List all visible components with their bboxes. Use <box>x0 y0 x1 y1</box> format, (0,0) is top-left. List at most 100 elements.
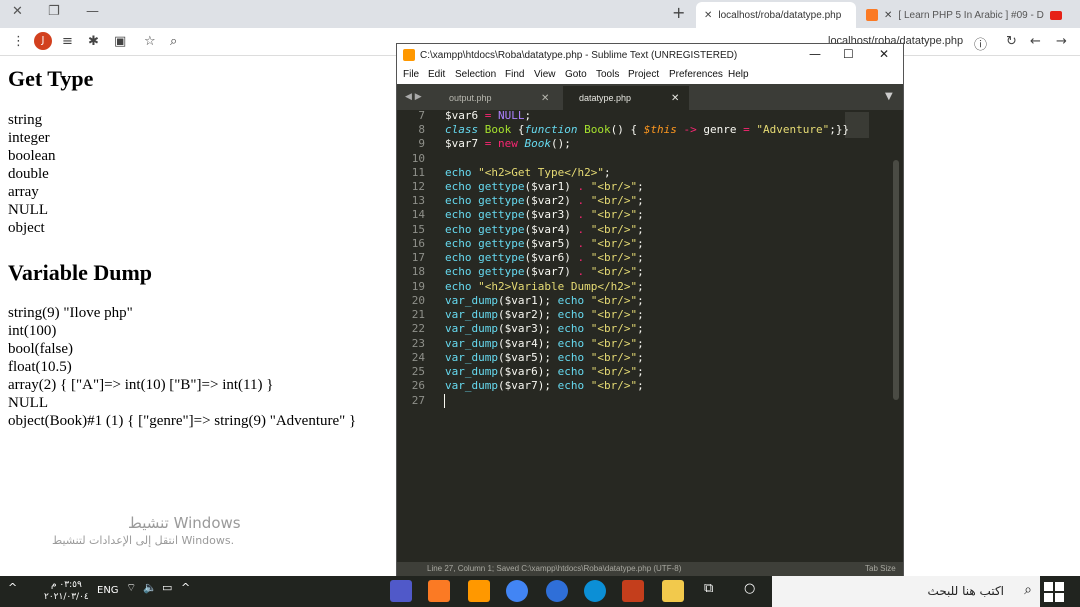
activation-watermark-subtitle: انتقل إلى الإعدادات لتنشيط Windows. <box>52 534 235 547</box>
show-hidden-icons-icon[interactable]: ^ <box>8 581 17 594</box>
xampp-icon[interactable] <box>428 580 450 602</box>
battery-icon[interactable]: ▭ <box>162 581 172 594</box>
browser-tab-strip: ✕ ❐ — + ✕ localhost/roba/datatype.php ✕ … <box>0 0 1080 28</box>
menu-preferences[interactable]: Preferences <box>669 69 723 80</box>
type-line: array <box>8 184 39 200</box>
tab-label: output.php <box>449 93 492 103</box>
info-icon[interactable]: ⓘ <box>974 34 987 53</box>
task-view-icon[interactable]: ⧉ <box>704 581 713 596</box>
dump-line: string(9) "Ilove php" <box>8 305 133 321</box>
avatar[interactable]: J <box>34 32 52 50</box>
menu-help[interactable]: Help <box>728 69 749 80</box>
tab-youtube[interactable]: ✕ [ Learn PHP 5 In Arabic ] #09 - D <box>858 2 1080 28</box>
tab-output-php[interactable]: output.php ✕ <box>433 86 559 110</box>
dump-line: float(10.5) <box>8 359 72 375</box>
xampp-icon <box>866 9 878 21</box>
line-number: 11 <box>411 166 425 179</box>
close-tab-icon[interactable]: ✕ <box>671 93 679 104</box>
restore-window-icon[interactable]: ❐ <box>48 4 60 19</box>
line-number: 9 <box>418 137 425 150</box>
close-tab-icon[interactable]: ✕ <box>541 93 549 104</box>
minimize-window-icon[interactable]: — <box>86 4 99 19</box>
language-indicator[interactable]: ENG <box>97 585 119 596</box>
menu-selection[interactable]: Selection <box>455 69 496 80</box>
code-line: echo gettype($var7) . "<br/>"; <box>445 265 644 278</box>
menu-edit[interactable]: Edit <box>428 69 445 80</box>
line-number: 23 <box>411 337 425 350</box>
code-line: echo gettype($var6) . "<br/>"; <box>445 251 644 264</box>
network-icon[interactable]: ⌔ <box>126 581 136 595</box>
tab-datatype-php[interactable]: datatype.php ✕ <box>563 86 689 110</box>
type-line: object <box>8 220 45 236</box>
search-icon: ⌕ <box>1024 582 1032 598</box>
menu-goto[interactable]: Goto <box>565 69 587 80</box>
code-line: echo "<h2>Get Type</h2>"; <box>445 166 611 179</box>
powerpoint-icon[interactable] <box>622 580 644 602</box>
line-number: 12 <box>411 180 425 193</box>
status-text: Line 27, Column 1; Saved C:\xampp\htdocs… <box>427 564 682 573</box>
code-line: $var7 = new Book(); <box>445 137 571 150</box>
code-line: var_dump($var6); echo "<br/>"; <box>445 365 644 378</box>
close-tab-icon[interactable]: ✕ <box>884 10 892 21</box>
menu-file[interactable]: File <box>403 69 419 80</box>
sublime-taskbar-icon[interactable] <box>468 580 490 602</box>
system-clock[interactable]: ٠٣:٥٩ م ٢٠٢١/٠٣/٠٤ <box>44 579 89 603</box>
line-number: 15 <box>411 223 425 236</box>
bookmark-star-icon[interactable]: ☆ <box>144 34 156 49</box>
search-icon[interactable]: ⌕ <box>170 34 177 49</box>
menu-view[interactable]: View <box>534 69 556 80</box>
line-number: 25 <box>411 365 425 378</box>
sublime-logo-icon <box>403 49 415 61</box>
minimize-icon[interactable]: — <box>809 47 821 61</box>
extensions-icon[interactable]: ✱ <box>88 34 99 49</box>
new-tab-button[interactable]: + <box>672 3 685 22</box>
code-line: echo gettype($var2) . "<br/>"; <box>445 194 644 207</box>
chevron-up-icon[interactable]: ^ <box>181 581 190 594</box>
tab-label: localhost/roba/datatype.php <box>718 9 842 21</box>
volume-icon[interactable]: 🔈 <box>143 581 157 594</box>
taskbar-search-box[interactable]: اكتب هنا للبحث ⌕ <box>772 576 1040 607</box>
screenshot-icon[interactable]: ▣ <box>114 34 126 49</box>
type-line: integer <box>8 130 50 146</box>
heading-get-type: Get Type <box>8 66 94 91</box>
teams-icon[interactable] <box>390 580 412 602</box>
close-window-icon[interactable]: ✕ <box>12 4 23 19</box>
line-number: 13 <box>411 194 425 207</box>
close-tab-icon[interactable]: ✕ <box>704 10 712 21</box>
dump-line: object(Book)#1 (1) { ["genre"]=> string(… <box>8 413 357 429</box>
text-cursor <box>444 394 445 408</box>
close-icon[interactable]: ✕ <box>879 47 889 61</box>
code-line: var_dump($var3); echo "<br/>"; <box>445 322 644 335</box>
code-line: var_dump($var1); echo "<br/>"; <box>445 294 644 307</box>
menu-find[interactable]: Find <box>505 69 524 80</box>
line-number: 24 <box>411 351 425 364</box>
tab-label: [ Learn PHP 5 In Arabic ] #09 - D <box>898 9 1044 21</box>
tab-localhost[interactable]: ✕ localhost/roba/datatype.php <box>696 2 856 28</box>
dump-line: NULL <box>8 395 48 411</box>
code-line: echo gettype($var1) . "<br/>"; <box>445 180 644 193</box>
start-button[interactable] <box>1044 582 1064 602</box>
code-line: echo "<h2>Variable Dump</h2>"; <box>445 280 644 293</box>
edge-icon[interactable] <box>584 580 606 602</box>
menu-tools[interactable]: Tools <box>596 69 619 80</box>
editor-scrollbar[interactable] <box>893 160 899 400</box>
back-icon[interactable]: ← <box>1030 34 1041 49</box>
reload-icon[interactable]: ↻ <box>1006 34 1017 49</box>
line-number: 16 <box>411 237 425 250</box>
file-explorer-icon[interactable] <box>662 580 684 602</box>
forward-icon[interactable]: → <box>1056 34 1067 49</box>
screen: ✕ ❐ — + ✕ localhost/roba/datatype.php ✕ … <box>0 0 1080 607</box>
menu-kebab-icon[interactable]: ⋮ <box>12 34 25 49</box>
tab-dropdown-icon[interactable]: ▼ <box>885 91 893 102</box>
code-editor[interactable]: 7 8 9 10 11 12 13 14 15 16 17 18 19 20 21 22 23 24 25 26 27 … <box>397 109 903 562</box>
tab-nav-arrows-icon[interactable]: ◀ ▶ <box>405 92 422 102</box>
line-number: 26 <box>411 379 425 392</box>
maximize-icon[interactable]: ☐ <box>843 47 854 61</box>
cortana-icon[interactable]: ○ <box>744 581 755 596</box>
reading-list-icon[interactable]: ≡ <box>62 34 73 49</box>
menu-project[interactable]: Project <box>628 69 659 80</box>
chrome-icon[interactable] <box>506 580 528 602</box>
firefox-icon[interactable] <box>546 580 568 602</box>
tab-size-indicator[interactable]: Tab Size <box>865 564 896 573</box>
sublime-menubar: File Edit Selection Find View Goto Tools… <box>397 66 903 84</box>
